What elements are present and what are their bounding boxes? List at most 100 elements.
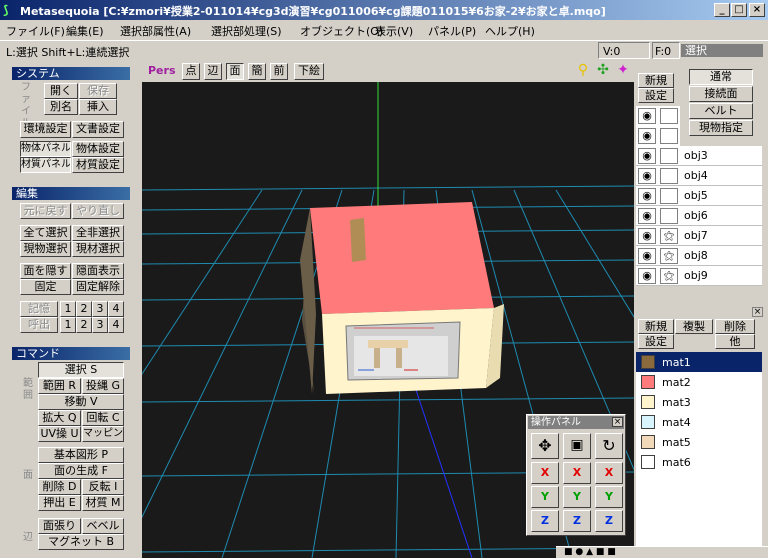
recall-slot-1[interactable]: 1: [60, 317, 76, 333]
close-button[interactable]: ×: [749, 3, 765, 17]
object-row-obj6[interactable]: ◉ obj6: [636, 206, 762, 226]
copy-material-button[interactable]: 複製: [675, 319, 713, 334]
save-button[interactable]: 保存: [79, 83, 117, 99]
move-manipulator-icon[interactable]: ✥: [531, 433, 559, 459]
scale-y-button[interactable]: Y: [563, 486, 591, 508]
material-row-mat5[interactable]: mat5: [636, 432, 762, 452]
eye-icon[interactable]: ◉: [638, 108, 656, 124]
delete-tool-button[interactable]: 削除 D: [38, 479, 81, 495]
recall-slot-4[interactable]: 4: [108, 317, 124, 333]
deselect-all-button[interactable]: 全非選択: [72, 225, 124, 241]
eye-icon[interactable]: ◉: [638, 188, 656, 204]
operation-panel-title[interactable]: 操作パネル: [528, 416, 624, 429]
menu-selection-attr[interactable]: 選択部属性(A): [120, 23, 191, 39]
env-settings-button[interactable]: 環境設定: [20, 121, 71, 138]
face-generate-button[interactable]: 面の生成 F: [38, 463, 124, 479]
unfix-button[interactable]: 固定解除: [72, 279, 124, 295]
zoom-icon[interactable]: ⚲: [574, 62, 592, 80]
eye-icon[interactable]: ◉: [638, 168, 656, 184]
scale-x-button[interactable]: X: [563, 462, 591, 484]
lock-icon[interactable]: [660, 148, 678, 164]
menu-view[interactable]: 表示(V): [375, 23, 413, 39]
extrude-tool-button[interactable]: 押出 E: [38, 495, 81, 511]
rotate-view-icon[interactable]: ✦: [614, 62, 632, 80]
face-mode-button[interactable]: 面: [226, 63, 244, 80]
recall-slot-2[interactable]: 2: [76, 317, 92, 333]
menu-object[interactable]: オブジェクト(O): [300, 23, 383, 39]
eye-icon[interactable]: ◉: [638, 228, 656, 244]
maximize-button[interactable]: □: [731, 3, 747, 17]
projection-label[interactable]: Pers: [148, 64, 176, 77]
eye-icon[interactable]: ◉: [638, 268, 656, 284]
belt-select-button[interactable]: ベルト: [689, 103, 753, 119]
redo-button[interactable]: やり直し: [72, 203, 124, 219]
material-settings-btn[interactable]: 設定: [638, 334, 674, 349]
vertex-mode-button[interactable]: 点: [182, 63, 200, 80]
material-tool-button[interactable]: 材質 M: [82, 495, 124, 511]
move-tool-button[interactable]: 移動 V: [38, 394, 124, 410]
material-panel-toggle[interactable]: 材質パネル: [20, 157, 71, 173]
memory-slot-2[interactable]: 2: [76, 301, 92, 317]
memory-slot-1[interactable]: 1: [60, 301, 76, 317]
lock-icon[interactable]: [660, 208, 678, 224]
select-current-material-button[interactable]: 現材選択: [72, 241, 124, 257]
new-object-button[interactable]: 新規: [638, 73, 674, 88]
rotate-y-button[interactable]: Y: [595, 486, 623, 508]
magnet-tool-button[interactable]: マグネット B: [38, 534, 124, 550]
move-z-button[interactable]: Z: [531, 510, 559, 532]
range-tab[interactable]: 範囲: [22, 378, 34, 418]
primitive-tool-button[interactable]: 基本図形 P: [38, 447, 124, 463]
memory-slot-4[interactable]: 4: [108, 301, 124, 317]
hide-faces-button[interactable]: 面を隠す: [20, 263, 71, 279]
insert-button[interactable]: 挿入: [79, 99, 117, 115]
locked-icon[interactable]: ⚝: [660, 228, 678, 244]
pan-icon[interactable]: ✣: [594, 62, 612, 80]
fix-button[interactable]: 固定: [20, 279, 71, 295]
undo-button[interactable]: 元に戻す: [20, 203, 71, 219]
connected-select-button[interactable]: 接続面: [689, 86, 753, 102]
select-current-object-button[interactable]: 現物選択: [20, 241, 71, 257]
lock-icon[interactable]: [660, 188, 678, 204]
lock-icon[interactable]: [660, 128, 678, 144]
move-x-button[interactable]: X: [531, 462, 559, 484]
scale-manipulator-icon[interactable]: ▣: [563, 433, 591, 459]
select-all-button[interactable]: 全て選択: [20, 225, 71, 241]
scale-tool-button[interactable]: 拡大 Q: [38, 410, 81, 426]
command-panel-header[interactable]: コマンド: [12, 347, 130, 360]
material-other-button[interactable]: 他: [715, 334, 755, 349]
minimize-button[interactable]: _: [714, 3, 730, 17]
rotate-x-button[interactable]: X: [595, 462, 623, 484]
save-as-button[interactable]: 別名: [44, 99, 78, 115]
locked-icon[interactable]: ⚝: [660, 268, 678, 284]
memory-slot-3[interactable]: 3: [92, 301, 108, 317]
edge-mode-button[interactable]: 辺: [204, 63, 222, 80]
object-settings-btn[interactable]: 設定: [638, 88, 674, 103]
menu-help[interactable]: ヘルプ(H): [485, 23, 535, 39]
object-panel-toggle[interactable]: 物体パネル: [20, 141, 71, 157]
show-hidden-button[interactable]: 隠面表示: [72, 263, 124, 279]
front-only-button[interactable]: 前: [270, 63, 288, 80]
system-panel-header[interactable]: システム: [12, 67, 130, 80]
select-tool-button[interactable]: 選択 S: [38, 362, 124, 378]
move-y-button[interactable]: Y: [531, 486, 559, 508]
scale-z-button[interactable]: Z: [563, 510, 591, 532]
menu-edit[interactable]: 編集(E): [66, 23, 104, 39]
lock-icon[interactable]: [660, 108, 678, 124]
eye-icon[interactable]: ◉: [638, 128, 656, 144]
simple-mode-button[interactable]: 簡: [248, 63, 266, 80]
rotate-manipulator-icon[interactable]: ↻: [595, 433, 623, 459]
new-material-button[interactable]: 新規: [638, 319, 674, 334]
menu-panel[interactable]: パネル(P): [428, 23, 476, 39]
delete-material-button[interactable]: 削除: [715, 319, 755, 334]
material-row-mat2[interactable]: mat2: [636, 372, 762, 392]
object-row-obj8[interactable]: ◉ ⚝ obj8: [636, 246, 762, 266]
locked-icon[interactable]: ⚝: [660, 248, 678, 264]
object-row-obj5[interactable]: ◉ obj5: [636, 186, 762, 206]
edit-panel-header[interactable]: 編集: [12, 187, 130, 200]
object-row-obj4[interactable]: ◉ obj4: [636, 166, 762, 186]
mapping-tool-button[interactable]: マッピング: [82, 426, 124, 442]
select-panel-header[interactable]: 選択: [681, 44, 763, 57]
current-object-select-button[interactable]: 現物指定: [689, 120, 753, 136]
open-button[interactable]: 開く: [44, 83, 78, 99]
material-settings-button[interactable]: 材質設定: [72, 157, 124, 173]
